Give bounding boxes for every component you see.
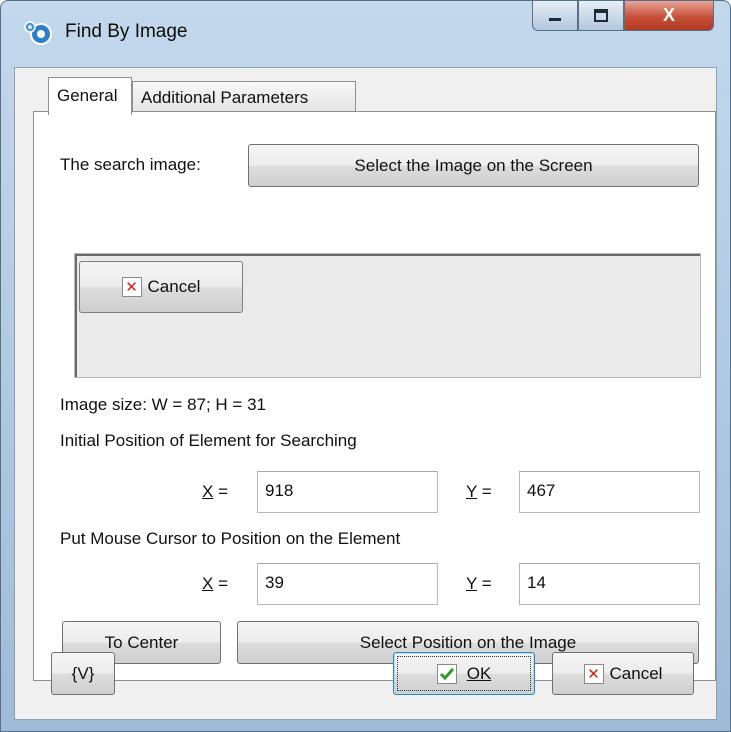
select-image-button-label: Select the Image on the Screen <box>354 155 593 175</box>
initial-y-label: Y = <box>466 482 492 502</box>
cursor-y-equals: = <box>477 574 492 593</box>
initial-y-equals: = <box>477 482 492 501</box>
initial-position-heading: Initial Position of Element for Searchin… <box>60 431 357 450</box>
search-image-label: The search image: <box>60 155 201 174</box>
cancel-button-label: Cancel <box>609 663 663 683</box>
initial-x-equals: = <box>213 482 228 501</box>
cursor-y-value: 14 <box>527 573 546 592</box>
tab-additional-parameters-label: Additional Parameters <box>141 88 309 107</box>
initial-x-input[interactable]: 918 <box>257 471 438 513</box>
initial-x-label: X = <box>202 482 228 502</box>
cursor-x-letter: X <box>202 574 214 593</box>
select-position-button-label: Select Position on the Image <box>359 632 577 652</box>
initial-x-value: 918 <box>265 481 294 500</box>
red-x-icon: ✕ <box>583 663 604 684</box>
tab-general-label: General <box>57 86 118 105</box>
captured-red-x-icon: ✕ <box>121 277 142 297</box>
tab-additional-parameters[interactable]: Additional Parameters <box>132 81 356 112</box>
cursor-y-label: Y = <box>466 574 492 594</box>
caption-buttons: X <box>532 1 714 31</box>
initial-y-input[interactable]: 467 <box>519 471 700 513</box>
cursor-y-input[interactable]: 14 <box>519 563 700 605</box>
captured-cancel-button-image: ✕ Cancel <box>79 261 243 313</box>
cursor-x-equals: = <box>213 574 228 593</box>
maximize-icon <box>594 8 608 22</box>
dialog-window: Find By Image X General Additional Param… <box>0 0 731 732</box>
initial-y-value: 467 <box>527 481 556 500</box>
variables-button-label: {V} <box>71 663 95 683</box>
initial-y-letter: Y <box>466 482 478 501</box>
close-button[interactable]: X <box>624 1 714 31</box>
ok-button-label: OK <box>466 663 492 683</box>
dialog-client-area: General Additional Parameters The search… <box>14 67 717 720</box>
cursor-y-letter: Y <box>466 574 478 593</box>
search-image-preview: ✕ Cancel <box>74 253 701 378</box>
app-icon <box>24 21 52 45</box>
minimize-icon <box>549 17 561 21</box>
variables-button[interactable]: {V} <box>51 652 115 695</box>
cursor-position-heading: Put Mouse Cursor to Position on the Elem… <box>60 529 401 548</box>
tab-general[interactable]: General <box>48 77 132 115</box>
maximize-button[interactable] <box>578 1 624 31</box>
captured-button-label: Cancel <box>147 277 201 296</box>
image-size-text: Image size: W = 87; H = 31 <box>60 395 266 414</box>
cancel-button[interactable]: ✕ Cancel <box>552 652 694 695</box>
minimize-button[interactable] <box>532 1 578 31</box>
to-center-button-label: To Center <box>104 632 179 652</box>
green-check-icon <box>436 663 457 684</box>
window-title: Find By Image <box>65 21 188 42</box>
close-icon: X <box>662 5 675 25</box>
cursor-x-input[interactable]: 39 <box>257 563 438 605</box>
title-bar[interactable]: Find By Image X <box>1 1 730 67</box>
ok-button[interactable]: OK <box>393 652 535 695</box>
cursor-x-label: X = <box>202 574 228 594</box>
cursor-x-value: 39 <box>265 573 284 592</box>
select-image-button[interactable]: Select the Image on the Screen <box>248 144 699 187</box>
general-tab-panel: The search image: Select the Image on th… <box>33 111 716 681</box>
initial-x-letter: X <box>202 482 214 501</box>
